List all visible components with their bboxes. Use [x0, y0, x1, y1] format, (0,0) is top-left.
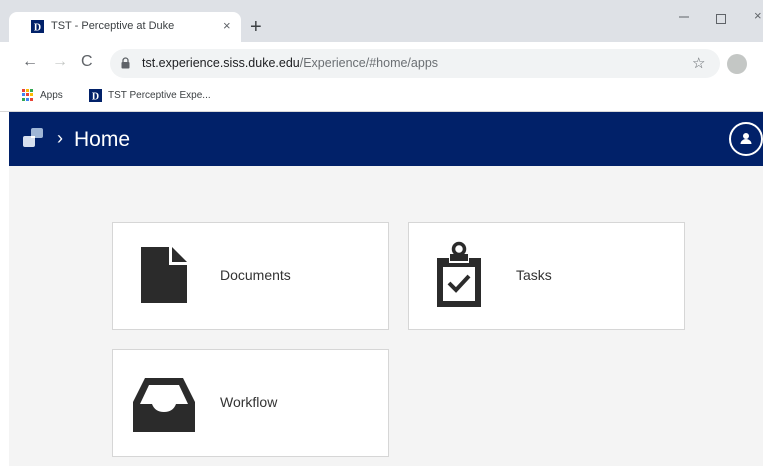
maximize-icon[interactable] — [716, 14, 726, 24]
tab-title: TST - Perceptive at Duke — [51, 20, 175, 32]
new-tab-button[interactable]: + — [250, 17, 262, 37]
documents-tile[interactable]: Documents — [112, 222, 389, 330]
workflow-tile[interactable]: Workflow — [112, 349, 389, 457]
inbox-tray-icon — [133, 378, 195, 432]
bookmark-label: TST Perceptive Expe... — [108, 90, 211, 101]
bookmarks-bar: Apps D TST Perceptive Expe... — [0, 84, 763, 112]
bookmark-star-icon[interactable]: ☆ — [692, 54, 705, 72]
breadcrumb-separator: › — [57, 128, 63, 148]
svg-text:D: D — [34, 23, 41, 34]
bookmark-apps[interactable]: Apps — [22, 89, 63, 101]
svg-text:D: D — [92, 92, 99, 103]
profile-avatar-icon[interactable] — [727, 54, 747, 74]
tile-label: Documents — [220, 267, 291, 283]
app-header: › Home — [9, 112, 763, 166]
page-title: Home — [74, 128, 131, 151]
tile-label: Workflow — [220, 394, 278, 410]
minimize-icon[interactable] — [677, 10, 691, 24]
address-bar[interactable]: tst.experience.siss.duke.edu/Experience/… — [110, 49, 720, 78]
duke-favicon-icon: D — [89, 89, 102, 102]
app-logo-icon[interactable] — [22, 127, 44, 149]
tasks-tile[interactable]: Tasks — [408, 222, 685, 330]
url-host: tst.experience.siss.duke.edu — [142, 56, 300, 70]
browser-tab-strip: D TST - Perceptive at Duke × + × — [0, 0, 763, 42]
document-icon — [141, 247, 187, 303]
lock-icon — [121, 57, 130, 69]
tile-label: Tasks — [516, 267, 552, 283]
reload-icon[interactable]: C — [81, 52, 93, 72]
forward-arrow-icon[interactable]: → — [52, 52, 68, 72]
tab-close-icon[interactable]: × — [223, 18, 231, 34]
app-tiles-area: Documents Tasks Workflow — [9, 166, 763, 466]
browser-toolbar: ← → C tst.experience.siss.duke.edu/Exper… — [0, 42, 763, 84]
user-icon — [740, 133, 752, 144]
duke-favicon-icon: D — [31, 20, 44, 33]
clipboard-check-icon — [437, 241, 481, 307]
user-account-button[interactable] — [729, 122, 763, 156]
browser-tab[interactable]: D TST - Perceptive at Duke × — [9, 12, 241, 42]
bookmark-label: Apps — [40, 89, 63, 101]
url-text: tst.experience.siss.duke.edu/Experience/… — [142, 56, 438, 70]
apps-grid-icon — [22, 89, 34, 101]
back-arrow-icon[interactable]: ← — [22, 52, 38, 72]
url-path: /Experience/#home/apps — [299, 56, 439, 70]
window-close-icon[interactable]: × — [754, 8, 762, 23]
bookmark-tst-perceptive[interactable]: D TST Perceptive Expe... — [89, 89, 211, 102]
